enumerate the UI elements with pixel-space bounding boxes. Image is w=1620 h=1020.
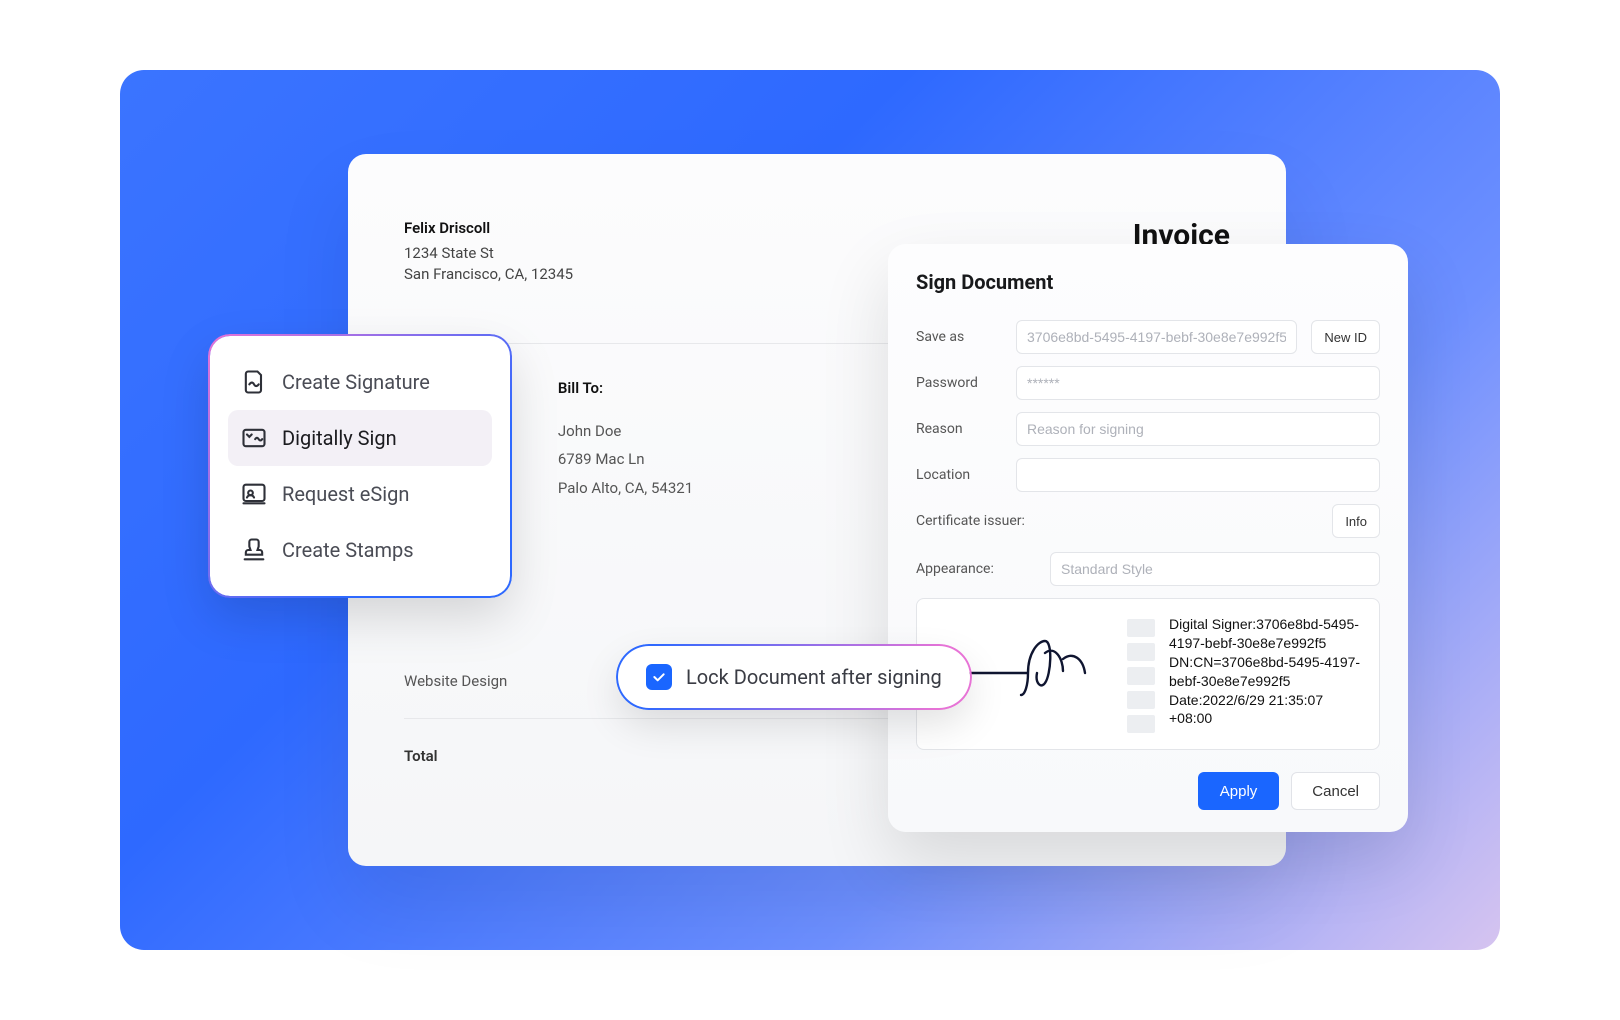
menu-item-label: Create Signature bbox=[282, 370, 430, 394]
cancel-button[interactable]: Cancel bbox=[1291, 772, 1380, 810]
request-esign-icon bbox=[240, 480, 268, 508]
menu-create-stamps[interactable]: Create Stamps bbox=[228, 522, 492, 578]
digital-sign-icon bbox=[240, 424, 268, 452]
saveas-label: Save as bbox=[916, 329, 1002, 345]
lock-checkbox[interactable] bbox=[646, 664, 672, 690]
menu-create-signature[interactable]: Create Signature bbox=[228, 354, 492, 410]
saveas-input[interactable] bbox=[1016, 320, 1297, 354]
menu-digitally-sign[interactable]: Digitally Sign bbox=[228, 410, 492, 466]
bill-street: 6789 Mac Ln bbox=[558, 445, 693, 474]
appearance-select[interactable] bbox=[1050, 552, 1380, 586]
sig-info-date: Date:2022/6/29 21:35:07 +08:00 bbox=[1169, 691, 1363, 729]
invoice-from: Felix Driscoll 1234 State St San Francis… bbox=[404, 218, 573, 285]
info-button[interactable]: Info bbox=[1332, 504, 1380, 538]
location-input[interactable] bbox=[1016, 458, 1380, 492]
signature-menu: Create Signature Digitally Sign Request … bbox=[210, 336, 510, 596]
menu-request-esign[interactable]: Request eSign bbox=[228, 466, 492, 522]
location-label: Location bbox=[916, 467, 1002, 483]
signature-info: Digital Signer:3706e8bd-5495-4197-bebf-3… bbox=[1169, 615, 1363, 733]
from-street: 1234 State St bbox=[404, 243, 573, 264]
new-id-button[interactable]: New ID bbox=[1311, 320, 1380, 354]
total-label: Total bbox=[404, 747, 438, 765]
sign-document-dialog: Sign Document Save as New ID Password Re… bbox=[888, 244, 1408, 832]
bill-to-label: Bill To: bbox=[558, 374, 693, 403]
signature-icon bbox=[240, 368, 268, 396]
reason-input[interactable] bbox=[1016, 412, 1380, 446]
menu-item-label: Request eSign bbox=[282, 482, 409, 506]
stamp-icon bbox=[240, 536, 268, 564]
menu-item-label: Create Stamps bbox=[282, 538, 414, 562]
from-city: San Francisco, CA, 12345 bbox=[404, 264, 573, 285]
lock-label: Lock Document after signing bbox=[686, 665, 942, 689]
checkmark-icon bbox=[651, 669, 667, 685]
dialog-title: Sign Document bbox=[916, 270, 1380, 294]
from-name: Felix Driscoll bbox=[404, 218, 573, 239]
bill-name: John Doe bbox=[558, 417, 693, 446]
lock-document-option[interactable]: Lock Document after signing bbox=[618, 646, 970, 708]
password-label: Password bbox=[916, 375, 1002, 391]
line-item: Website Design bbox=[404, 672, 507, 690]
sig-info-signer: Digital Signer:3706e8bd-5495-4197-bebf-3… bbox=[1169, 615, 1363, 653]
certificate-issuer-label: Certificate issuer: bbox=[916, 513, 1025, 529]
bill-to-block: Bill To: John Doe 6789 Mac Ln Palo Alto,… bbox=[558, 374, 693, 502]
signature-preview: Digital Signer:3706e8bd-5495-4197-bebf-3… bbox=[916, 598, 1380, 750]
appearance-label: Appearance: bbox=[916, 561, 1036, 577]
signature-placeholder-bars bbox=[1127, 615, 1155, 733]
reason-label: Reason bbox=[916, 421, 1002, 437]
menu-item-label: Digitally Sign bbox=[282, 426, 397, 450]
sig-info-dn: DN:CN=3706e8bd-5495-4197-bebf-30e8e7e992… bbox=[1169, 653, 1363, 691]
apply-button[interactable]: Apply bbox=[1198, 772, 1280, 810]
password-input[interactable] bbox=[1016, 366, 1380, 400]
bill-city: Palo Alto, CA, 54321 bbox=[558, 474, 693, 503]
